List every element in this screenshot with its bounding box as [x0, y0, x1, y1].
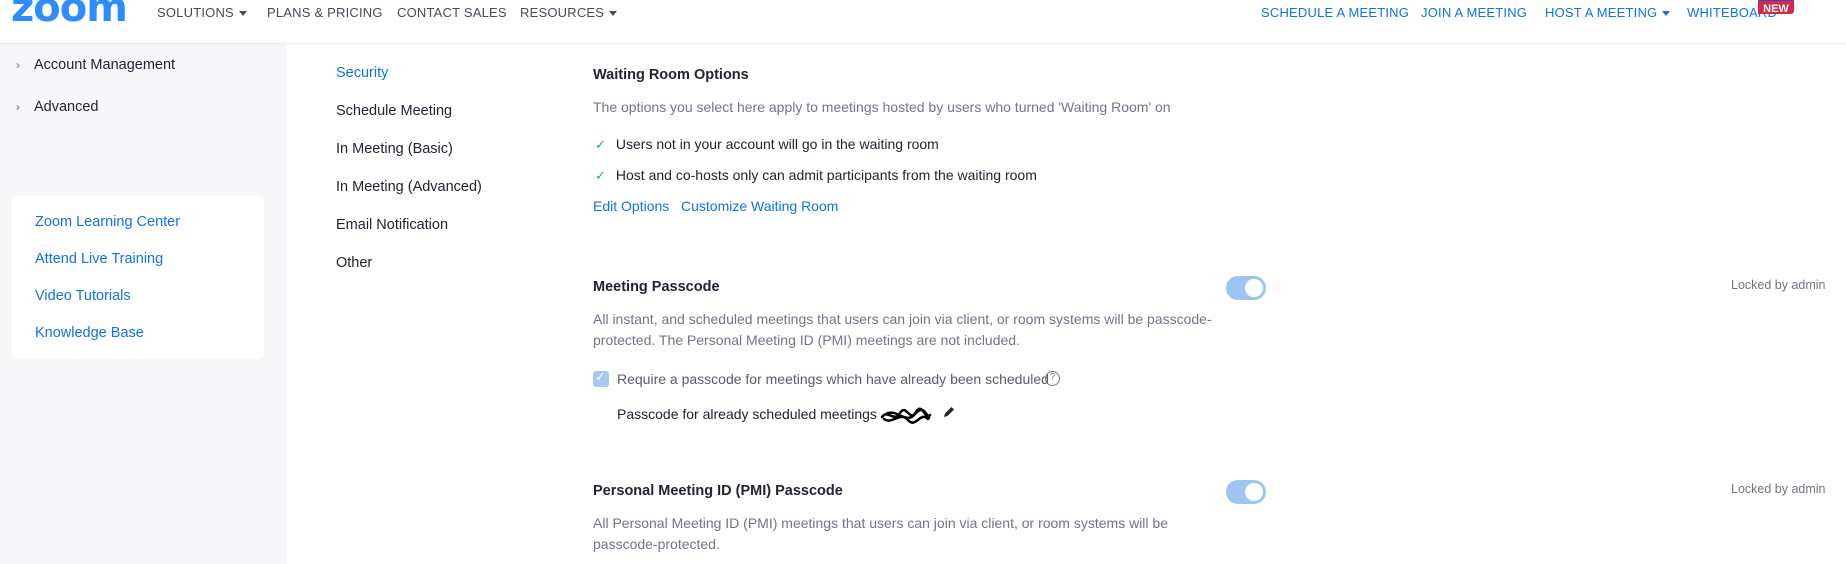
require-passcode-checkbox[interactable]: ✓ [593, 369, 609, 387]
description-line: All instant, and scheduled meetings that… [593, 311, 1212, 327]
toggle-knob [1245, 279, 1263, 297]
link-video-tutorials[interactable]: Video Tutorials [35, 288, 131, 304]
waiting-room-option: ✓ Host and co-hosts only can admit partic… [595, 167, 1037, 184]
link-attend-live-training[interactable]: Attend Live Training [35, 251, 163, 267]
nav-resources[interactable]: RESOURCES [520, 5, 618, 20]
sidebar-item-label: Account Management [34, 57, 176, 73]
nav-join-meeting[interactable]: JOIN A MEETING [1421, 5, 1527, 20]
edit-options-link[interactable]: Edit Options [593, 198, 669, 214]
waiting-room-option-label: Host and co-hosts only can admit partici… [615, 167, 1037, 183]
nav-plans-pricing[interactable]: PLANS & PRICING [267, 5, 383, 20]
left-sidebar: › Account Management › Advanced Zoom Learn… [0, 44, 287, 564]
waiting-room-option-label: Users not in your account will go in the… [615, 136, 939, 152]
toggle-knob [1245, 483, 1263, 501]
locked-by-admin-label: Locked by admin [1731, 278, 1826, 292]
subnav-security[interactable]: Security [336, 65, 388, 81]
description-line: All Personal Meeting ID (PMI) meetings t… [593, 515, 1168, 531]
top-navigation-bar: zoom SOLUTIONS PLANS & PRICING CONTACT S… [0, 0, 1846, 44]
pmi-passcode-title: Personal Meeting ID (PMI) Passcode [593, 483, 843, 499]
nav-solutions[interactable]: SOLUTIONS [157, 5, 247, 20]
locked-by-admin-label: Locked by admin [1731, 482, 1826, 496]
nav-schedule-meeting-label: SCHEDULE A MEETING [1261, 5, 1410, 20]
caret-down-icon [1662, 11, 1671, 17]
waiting-room-description: The options you select here apply to mee… [593, 99, 1171, 115]
help-links-card: Zoom Learning Center Attend Live Trainin… [12, 196, 264, 359]
customize-waiting-room-link[interactable]: Customize Waiting Room [681, 198, 838, 214]
meeting-passcode-description: All instant, and scheduled meetings that… [593, 309, 1233, 351]
checkmark-icon: ✓ [595, 137, 606, 152]
checkmark-icon: ✓ [595, 168, 606, 183]
new-badge: NEW [1758, 0, 1794, 15]
pmi-passcode-toggle[interactable] [1226, 480, 1266, 504]
sidebar-item-account-management[interactable]: › Account Management [16, 57, 175, 73]
nav-solutions-label: SOLUTIONS [157, 5, 234, 20]
subnav-schedule-meeting[interactable]: Schedule Meeting [336, 103, 452, 119]
caret-down-icon [238, 11, 247, 17]
caret-down-icon [609, 11, 618, 17]
nav-contact-sales[interactable]: CONTACT SALES [397, 5, 507, 20]
nav-plans-pricing-label: PLANS & PRICING [267, 5, 383, 20]
pmi-passcode-description: All Personal Meeting ID (PMI) meetings t… [593, 513, 1233, 555]
nav-contact-sales-label: CONTACT SALES [397, 5, 507, 20]
description-line: passcode-protected. [593, 536, 720, 552]
nav-host-meeting-label: HOST A MEETING [1545, 5, 1658, 20]
description-line: protected. The Personal Meeting ID (PMI)… [593, 332, 1020, 348]
pencil-edit-icon[interactable] [942, 405, 956, 419]
nav-schedule-meeting[interactable]: SCHEDULE A MEETING [1261, 5, 1409, 20]
meeting-passcode-toggle[interactable] [1226, 276, 1266, 300]
link-knowledge-base[interactable]: Knowledge Base [35, 325, 144, 341]
chevron-right-icon: › [16, 100, 20, 114]
waiting-room-option: ✓ Users not in your account will go in th… [595, 136, 939, 153]
sidebar-item-advanced[interactable]: › Advanced [16, 99, 99, 115]
redacted-passcode-scribble [880, 407, 932, 424]
chevron-right-icon: › [16, 58, 20, 72]
subnav-in-meeting-basic[interactable]: In Meeting (Basic) [336, 141, 453, 157]
meeting-passcode-title: Meeting Passcode [593, 279, 720, 295]
nav-resources-label: RESOURCES [520, 5, 605, 20]
subnav-in-meeting-advanced[interactable]: In Meeting (Advanced) [336, 179, 482, 195]
sidebar-item-label: Advanced [34, 99, 99, 115]
checkmark-icon: ✓ [595, 369, 606, 384]
nav-host-meeting[interactable]: HOST A MEETING [1545, 5, 1671, 20]
passcode-label: Passcode for already scheduled meetings [617, 406, 877, 422]
link-zoom-learning-center[interactable]: Zoom Learning Center [35, 214, 180, 230]
waiting-room-options-title: Waiting Room Options [593, 67, 749, 83]
zoom-logo[interactable]: zoom [11, 0, 128, 28]
subnav-other[interactable]: Other [336, 255, 372, 271]
question-mark-icon[interactable]: ? [1045, 371, 1060, 386]
subnav-email-notification[interactable]: Email Notification [336, 217, 448, 233]
require-passcode-label: Require a passcode for meetings which ha… [617, 371, 1049, 387]
nav-join-meeting-label: JOIN A MEETING [1421, 5, 1528, 20]
